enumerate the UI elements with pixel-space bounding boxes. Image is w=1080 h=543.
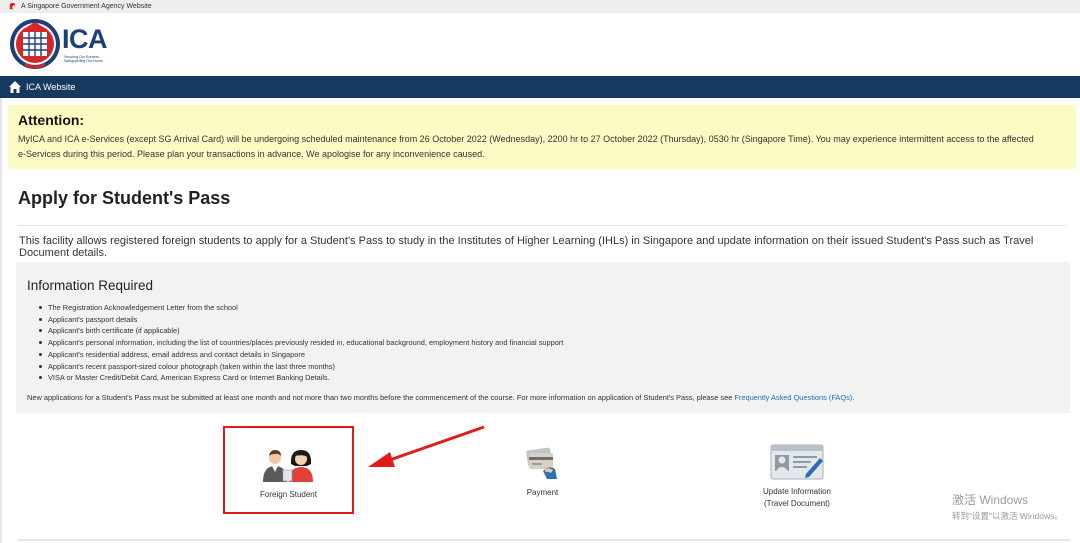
information-required-panel: Information Required The Registration Ac… [16, 262, 1070, 413]
list-item: Applicant's personal information, includ… [38, 338, 564, 348]
maintenance-notice: Attention: MyICA and ICA e-Services (exc… [8, 105, 1076, 169]
gov-masthead: A Singapore Government Agency Website [0, 0, 1080, 13]
foreign-student-label: Foreign Student [260, 490, 317, 499]
notice-line-2: e-Services during this period. Please pl… [18, 148, 485, 159]
site-header [0, 13, 1080, 76]
travel-document-edit-icon [770, 444, 824, 480]
watermark-line-1: 激活 Windows [952, 493, 1029, 507]
faq-link[interactable]: Frequently Asked Questions (FAQs) [734, 393, 852, 402]
ica-crest-icon [10, 19, 60, 69]
red-arrow-annotation [368, 425, 485, 467]
note-text: New applications for a Student's Pass mu… [27, 393, 735, 402]
note-end: . [852, 393, 855, 402]
update-information-label: Update Information [762, 487, 832, 496]
title-divider [18, 225, 1066, 226]
info-list: The Registration Acknowledgement Letter … [38, 302, 564, 384]
singapore-lion-icon [9, 2, 16, 10]
windows-activation-watermark: 激活 Windows 转到"设置"以激活 Windows。 [952, 491, 1063, 522]
travel-document-label: (Travel Document) [764, 499, 830, 508]
notice-line-1: MyICA and ICA e-Services (except SG Arri… [18, 134, 1034, 144]
list-item: Applicant's birth certificate (if applic… [38, 325, 563, 337]
ica-logo[interactable]: ICA Securing Our Borders, Safeguarding O… [9, 18, 119, 70]
foreign-student-icon [263, 450, 313, 482]
ica-tagline: Securing Our Borders, Safeguarding Our H… [64, 55, 124, 63]
foreign-student-tile[interactable]: Foreign Student [223, 426, 354, 514]
watermark-line-2: 转到"设置"以激活 Windows。 [952, 511, 1063, 521]
payment-label: Payment [526, 488, 559, 497]
list-item: VISA or Master Credit/Debit Card, Americ… [38, 372, 563, 384]
update-information-tile[interactable]: Update Information (Travel Document) [745, 443, 849, 513]
nav-home-label: ICA Website [26, 82, 76, 92]
ica-wordmark: ICA [62, 24, 108, 54]
page-title: Apply for Student's Pass [18, 188, 231, 208]
list-item: The Registration Acknowledgement Letter … [38, 302, 563, 314]
home-icon [9, 81, 21, 93]
gov-masthead-text: A Singapore Government Agency Website [21, 3, 152, 10]
submission-note: New applications for a Student's Pass mu… [27, 393, 854, 402]
page-intro: This facility allows registered foreign … [19, 235, 1034, 259]
bottom-divider [18, 539, 1070, 541]
payment-tile[interactable]: Payment [505, 445, 580, 505]
list-item: Applicant's recent passport-sized colour… [38, 361, 563, 373]
left-divider [0, 98, 2, 543]
tagline-line-2: Safeguarding Our Home [64, 59, 103, 63]
ica-website-home-link[interactable]: ICA Website [0, 76, 1080, 98]
notice-heading: Attention: [18, 112, 85, 128]
list-item: Applicant's passport details [38, 314, 563, 326]
info-heading: Information Required [27, 278, 154, 293]
list-item: Applicant's residential address, email a… [38, 349, 563, 361]
payment-card-icon [526, 447, 557, 479]
